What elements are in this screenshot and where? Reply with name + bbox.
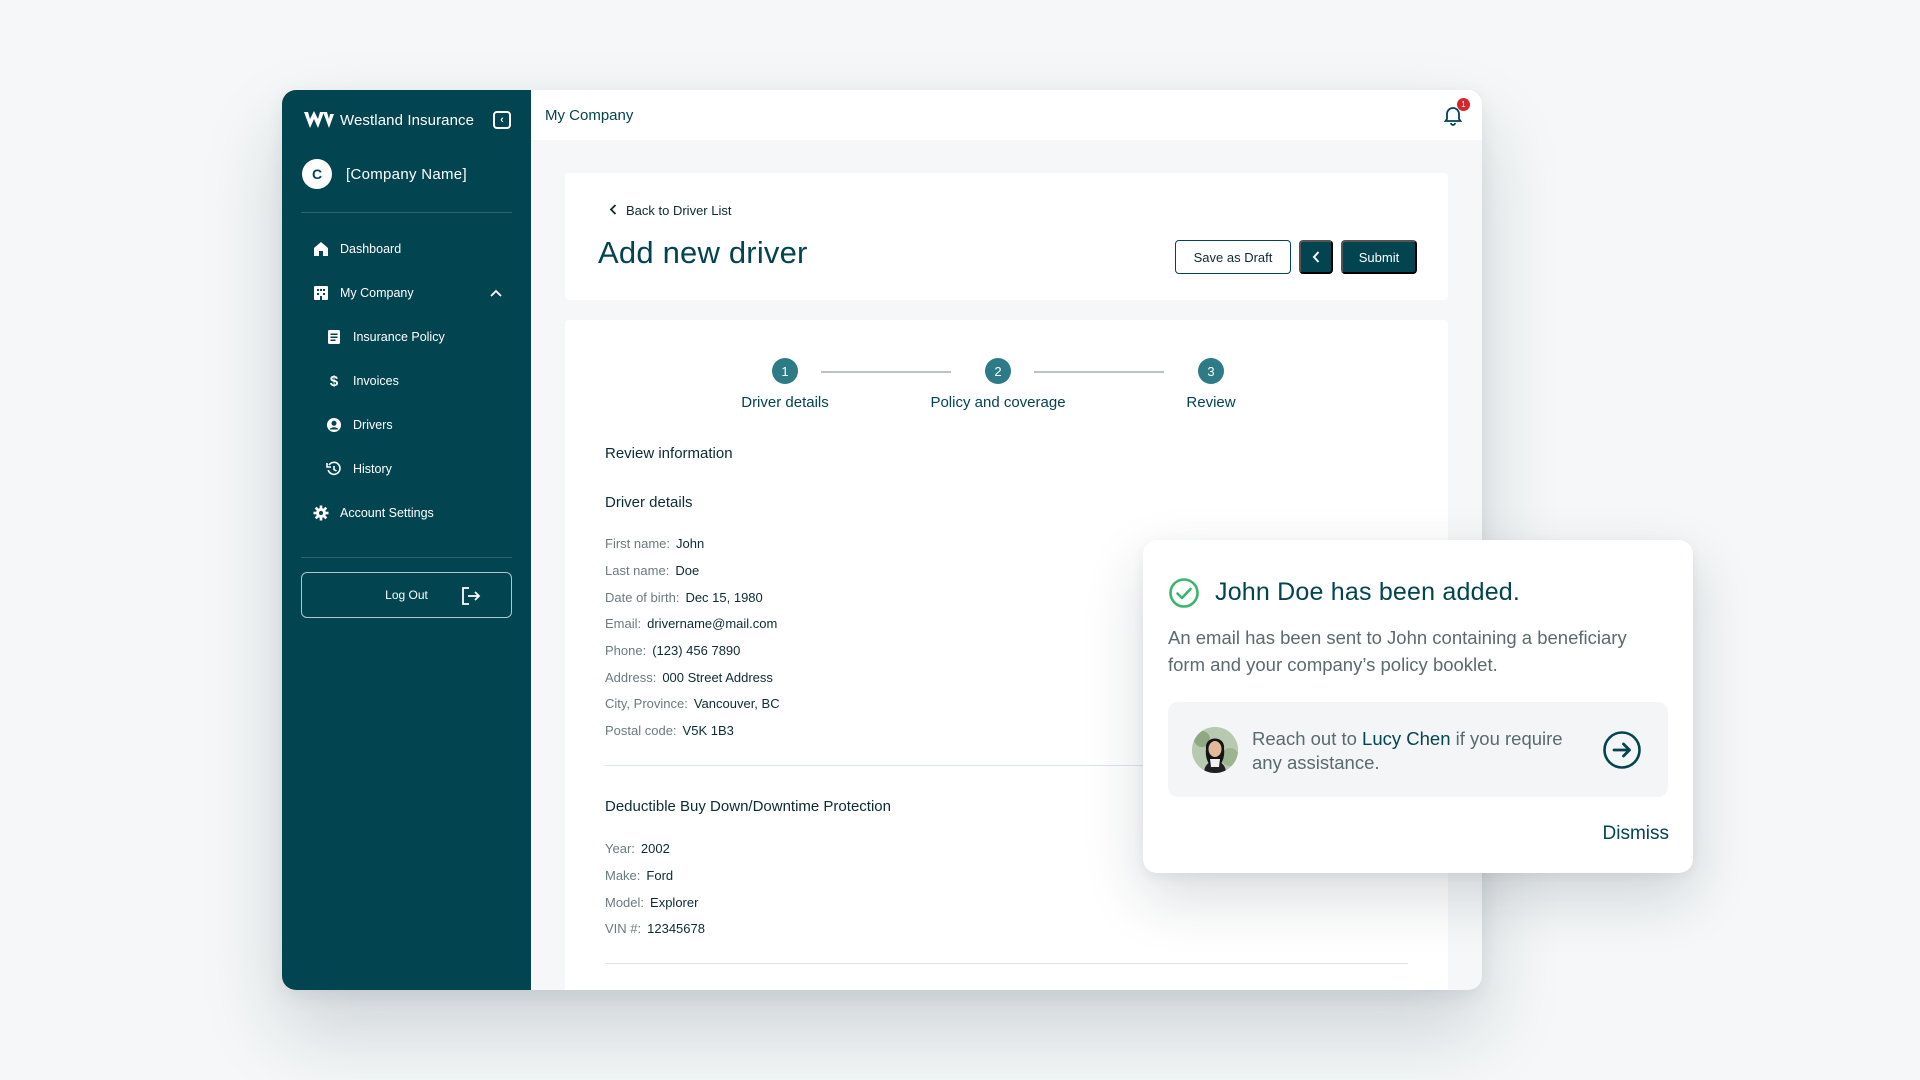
topbar-title: My Company [545, 106, 634, 124]
sidebar-item-drivers[interactable]: Drivers [301, 403, 512, 447]
company-avatar: C [302, 159, 332, 189]
field-model: Model: Explorer [605, 895, 699, 910]
step-policy-and-coverage[interactable]: 2 Policy and coverage [898, 358, 1098, 411]
chevron-up-icon[interactable] [490, 286, 502, 300]
field-last-name: Last name: Doe [605, 563, 700, 578]
success-toast: John Doe has been added. An email has be… [1143, 540, 1693, 873]
westland-logo-icon [304, 111, 334, 128]
sidebar-divider [301, 557, 512, 558]
review-information-title: Review information [605, 445, 733, 462]
field-make: Make: Ford [605, 868, 674, 883]
gear-icon [311, 505, 331, 521]
sidebar-item-insurance-policy[interactable]: Insurance Policy [301, 315, 512, 359]
toast-message: An email has been sent to John containin… [1168, 627, 1627, 675]
sidebar-item-label: Dashboard [340, 242, 402, 256]
topbar: My Company 1 [531, 90, 1482, 140]
toast-title: John Doe has been added. [1215, 578, 1521, 606]
notification-bell-icon[interactable]: 1 [1442, 98, 1470, 126]
save-as-draft-button[interactable]: Save as Draft [1175, 240, 1291, 274]
previous-step-button[interactable] [1299, 240, 1333, 274]
sidebar-item-label: Insurance Policy [353, 330, 445, 344]
field-address: Address: 000 Street Address [605, 670, 773, 685]
check-circle-icon [1169, 578, 1199, 608]
sidebar-item-label: Invoices [353, 374, 399, 388]
avatar [1192, 727, 1238, 773]
field-year: Year: 2002 [605, 841, 670, 856]
logout-icon [461, 586, 481, 609]
step-label: Policy and coverage [930, 394, 1066, 411]
submit-button[interactable]: Submit [1341, 240, 1417, 274]
sidebar-item-account-settings[interactable]: Account Settings [301, 491, 512, 535]
step-number: 3 [1198, 358, 1224, 384]
sidebar-divider [301, 212, 512, 213]
home-icon [311, 241, 331, 257]
chevron-left-icon [609, 203, 617, 218]
sidebar-item-label: Drivers [353, 418, 393, 432]
sidebar-item-invoices[interactable]: $ Invoices [301, 359, 512, 403]
driver-details-title: Driver details [605, 494, 693, 511]
sidebar-item-dashboard[interactable]: Dashboard [301, 227, 512, 271]
step-number: 1 [772, 358, 798, 384]
deductible-section-title: Deductible Buy Down/Downtime Protection [605, 798, 891, 815]
field-first-name: First name: John [605, 536, 705, 551]
dollar-icon: $ [329, 372, 339, 390]
step-label: Driver details [741, 394, 829, 411]
brand-name: Westland Insurance [340, 111, 475, 129]
logout-button[interactable]: Log Out [301, 572, 512, 618]
step-review[interactable]: 3 Review [1111, 358, 1311, 411]
notification-badge: 1 [1457, 98, 1470, 111]
user-circle-icon [324, 417, 344, 433]
contact-card[interactable]: Reach out to Lucy Chen if you require an… [1168, 702, 1668, 797]
chevron-left-icon [1312, 251, 1320, 263]
document-icon [324, 329, 344, 345]
sidebar-item-label: History [353, 462, 392, 476]
step-number: 2 [985, 358, 1011, 384]
field-email: Email: drivername@mail.com [605, 616, 778, 631]
logout-label: Log Out [385, 588, 428, 602]
contact-message: Reach out to Lucy Chen if you require an… [1252, 728, 1563, 773]
company-switcher[interactable]: C [Company Name] [301, 152, 512, 196]
history-icon [324, 461, 344, 477]
step-driver-details[interactable]: 1 Driver details [685, 358, 885, 411]
field-postal-code: Postal code: V5K 1B3 [605, 723, 734, 738]
brand: Westland Insurance ‹ [301, 90, 512, 150]
sidebar-item-history[interactable]: History [301, 447, 512, 491]
sidebar-item-label: Account Settings [340, 506, 434, 520]
collapse-sidebar-icon[interactable]: ‹ [493, 111, 511, 129]
contact-name: Lucy Chen [1362, 728, 1451, 749]
step-label: Review [1186, 394, 1236, 411]
dismiss-button[interactable]: Dismiss [1603, 823, 1670, 845]
page-header: Back to Driver List Add new driver Save … [565, 173, 1448, 300]
stepper: 1 Driver details 2 Policy and coverage 3… [565, 358, 1448, 418]
sidebar: Westland Insurance ‹ C [Company Name] Da… [282, 90, 531, 990]
building-icon [311, 285, 331, 301]
field-city-province: City, Province: Vancouver, BC [605, 696, 780, 711]
company-name: [Company Name] [346, 165, 467, 183]
page-title: Add new driver [598, 235, 808, 270]
field-vin: VIN #: 12345678 [605, 921, 705, 936]
sidebar-item-label: My Company [340, 286, 414, 300]
field-phone: Phone: (123) 456 7890 [605, 643, 741, 658]
section-divider [605, 963, 1408, 964]
back-link-label: Back to Driver List [626, 203, 732, 218]
arrow-right-circle-icon[interactable] [1602, 730, 1642, 770]
back-to-driver-list-link[interactable]: Back to Driver List [609, 203, 731, 218]
sidebar-item-my-company[interactable]: My Company [301, 271, 512, 315]
field-date-of-birth: Date of birth: Dec 15, 1980 [605, 590, 763, 605]
